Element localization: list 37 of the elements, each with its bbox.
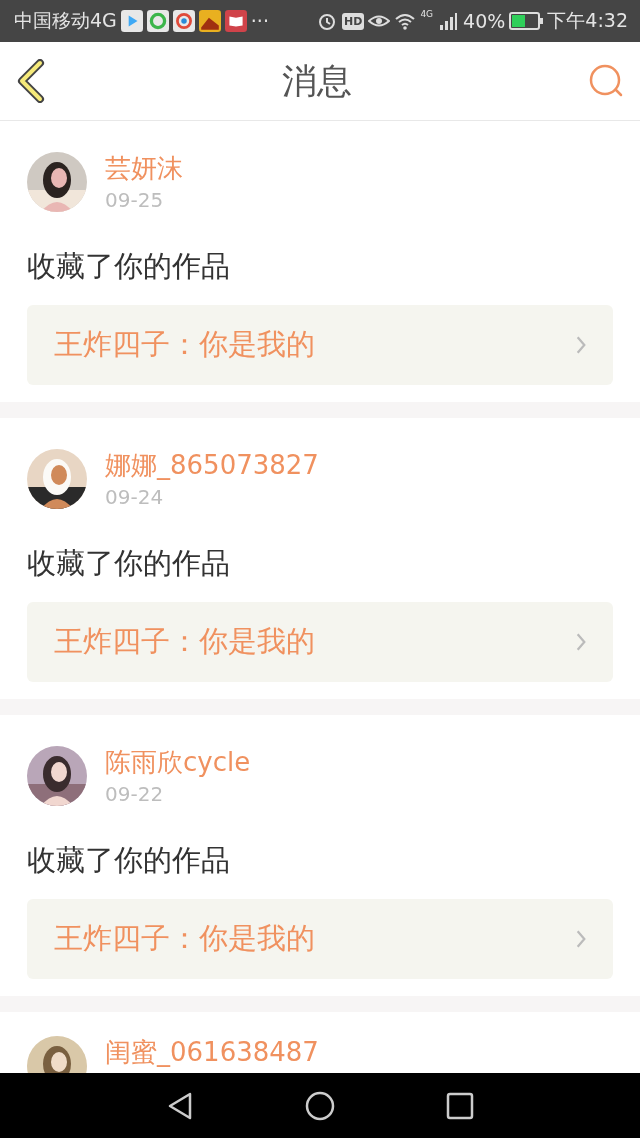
carrier-label: 中国移动4G [14, 8, 117, 33]
user-name[interactable]: 娜娜_865073827 [105, 451, 319, 479]
more-notifications-label: ··· [250, 10, 269, 32]
quoted-work-title: 王炸四子：你是我的 [54, 623, 315, 660]
back-button[interactable] [16, 59, 46, 103]
user-name[interactable]: 陈雨欣cycle [105, 748, 251, 776]
battery-percent: 40% [463, 10, 506, 32]
wifi-icon [394, 11, 417, 31]
signal-icon [437, 11, 460, 31]
message-text: 收藏了你的作品 [27, 842, 231, 879]
home-nav-icon[interactable] [305, 1090, 335, 1121]
camera-app-icon [172, 10, 195, 32]
chevron-right-icon [575, 335, 587, 355]
page-title: 消息 [282, 59, 352, 103]
network-type-label: 4G [420, 9, 434, 19]
message-text: 收藏了你的作品 [27, 248, 231, 285]
quoted-work-link[interactable]: 王炸四子：你是我的 [27, 602, 613, 682]
user-name[interactable]: 闺蜜_061638487 [105, 1038, 319, 1066]
chevron-right-icon [575, 929, 587, 949]
quoted-work-title: 王炸四子：你是我的 [54, 326, 315, 363]
quoted-work-title: 王炸四子：你是我的 [54, 920, 315, 957]
message-date: 09-25 [105, 188, 165, 212]
message-text: 收藏了你的作品 [27, 545, 231, 582]
quoted-work-link[interactable]: 王炸四子：你是我的 [27, 899, 613, 979]
message-date: 09-22 [105, 782, 165, 806]
quoted-work-link[interactable]: 王炸四子：你是我的 [27, 305, 613, 385]
recents-nav-icon[interactable] [445, 1090, 475, 1121]
game-app-icon [198, 10, 221, 32]
battery-icon [509, 12, 544, 30]
clock-label: 下午4:32 [547, 8, 628, 33]
play-app-icon [120, 10, 143, 32]
user-name[interactable]: 芸妍沫 [105, 154, 183, 182]
chevron-right-icon [575, 632, 587, 652]
browser-app-icon [146, 10, 169, 32]
message-date: 09-24 [105, 485, 165, 509]
hd-badge: HD [342, 12, 365, 30]
book-app-icon [224, 10, 247, 32]
